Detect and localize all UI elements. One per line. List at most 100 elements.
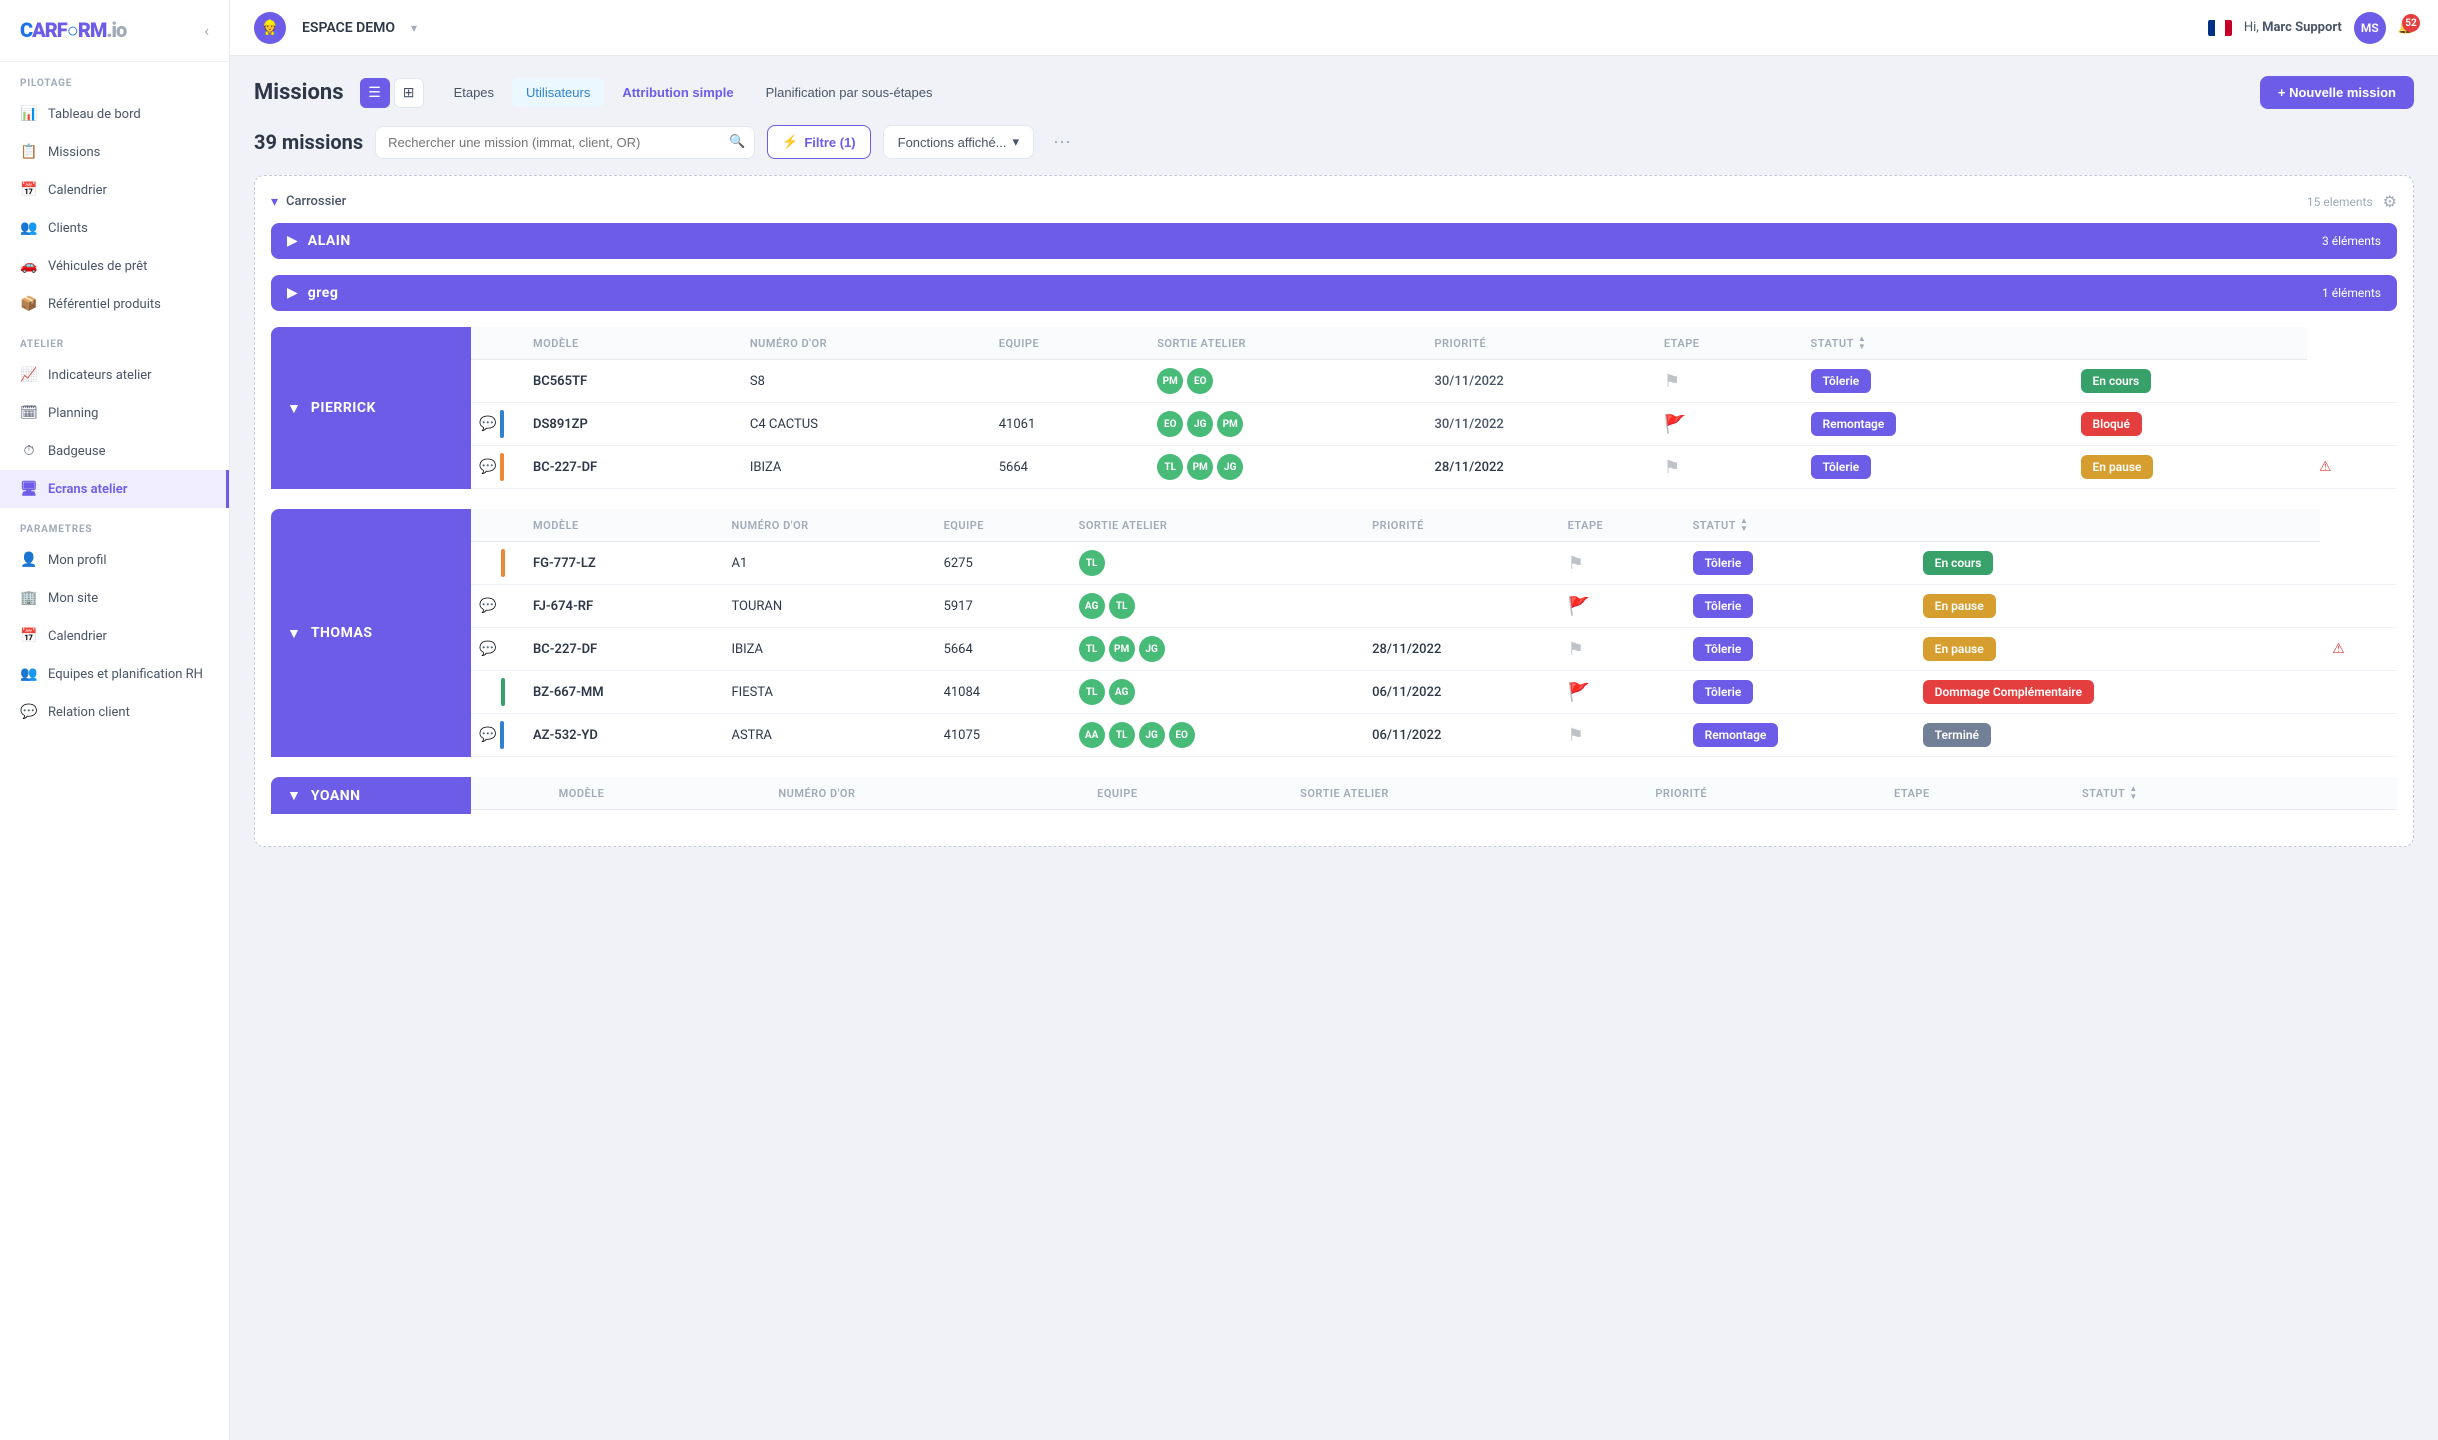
sidebar-item-label: Tableau de bord [48, 107, 141, 122]
etape-cell[interactable]: Tôlerie [1799, 446, 2069, 489]
flag-icon: 🚩 [1664, 414, 1686, 435]
section-header-left: ▾ Carrossier [271, 194, 346, 210]
relation-icon: 💬 [20, 703, 38, 721]
immat-cell[interactable]: FG-777-LZ [521, 542, 719, 585]
or-cell: 5917 [932, 585, 1067, 628]
sidebar-item-referentiel[interactable]: 📦 Référentiel produits [0, 285, 229, 323]
sidebar-collapse-icon[interactable]: ‹ [204, 21, 209, 40]
sidebar-item-calendrier2[interactable]: 📅 Calendrier [0, 617, 229, 655]
workspace-chevron-icon[interactable]: ▾ [411, 21, 417, 35]
th-statut: Statut ▲▼ [1681, 509, 1911, 542]
sidebar-item-tableau-de-bord[interactable]: 📊 Tableau de bord [0, 95, 229, 133]
sidebar-item-mon-site[interactable]: 🏢 Mon site [0, 579, 229, 617]
flag-icon: 🚩 [1568, 682, 1590, 703]
immat-cell[interactable]: FJ-674-RF [521, 585, 719, 628]
table-row[interactable]: 💬BC-227-DFIBIZA5664TLPMJG28/11/2022⚑Tôle… [471, 446, 2397, 489]
sidebar-item-mon-profil[interactable]: 👤 Mon profil [0, 541, 229, 579]
user-group-header-yoann[interactable]: ▼ YOANN [271, 777, 471, 814]
statut-badge: En cours [2081, 369, 2152, 393]
sidebar-item-calendrier[interactable]: 📅 Calendrier [0, 171, 229, 209]
new-mission-button[interactable]: + Nouvelle mission [2260, 76, 2414, 109]
table-row[interactable]: 💬FJ-674-RFTOURAN5917AGTL🚩TôlerieEn pause [471, 585, 2397, 628]
tab-etapes[interactable]: Etapes [440, 78, 508, 107]
immat-cell[interactable]: DS891ZP [521, 403, 738, 446]
user-group-alain: ▶ ALAIN 3 éléments [271, 223, 2397, 259]
sidebar-item-badgeuse[interactable]: ⏱ Badgeuse [0, 432, 229, 470]
fonctions-button[interactable]: Fonctions affiché... ▾ [883, 125, 1034, 159]
statut-cell[interactable]: Terminé [1911, 714, 2321, 757]
etape-cell[interactable]: Tôlerie [1681, 628, 1911, 671]
user-group-header-alain[interactable]: ▶ ALAIN 3 éléments [271, 223, 2397, 259]
priorite-cell: 🚩 [1652, 403, 1799, 446]
etape-cell[interactable]: Tôlerie [1799, 360, 2069, 403]
table-row[interactable]: FG-777-LZA16275TL⚑TôlerieEn cours [471, 542, 2397, 585]
filter-button[interactable]: ⚡ Filtre (1) [767, 125, 870, 159]
sidebar-item-indicateurs[interactable]: 📈 Indicateurs atelier [0, 356, 229, 394]
referentiel-icon: 📦 [20, 295, 38, 313]
table-row[interactable]: 💬BC-227-DFIBIZA5664TLPMJG28/11/2022⚑Tôle… [471, 628, 2397, 671]
list-view-btn[interactable]: ☰ [360, 78, 390, 108]
tab-planification[interactable]: Planification par sous-étapes [752, 78, 947, 107]
tab-attribution[interactable]: Attribution simple [608, 78, 747, 107]
immat-cell[interactable]: BZ-667-MM [521, 671, 719, 714]
etape-cell[interactable]: Remontage [1681, 714, 1911, 757]
sidebar-item-vehicules[interactable]: 🚗 Véhicules de prêt [0, 247, 229, 285]
table-row[interactable]: 💬DS891ZPC4 CACTUS41061EOJGPM30/11/2022🚩R… [471, 403, 2397, 446]
user-group-header-thomas[interactable]: ▼ THOMAS [271, 509, 471, 757]
statut-cell[interactable]: En cours [2069, 360, 2308, 403]
statut-cell[interactable]: En pause [2069, 446, 2308, 489]
section-collapse-icon[interactable]: ▾ [271, 194, 278, 210]
sidebar-item-clients[interactable]: 👥 Clients [0, 209, 229, 247]
table-row[interactable]: BC565TFS8PMEO30/11/2022⚑TôlerieEn cours [471, 360, 2397, 403]
sortie-cell: 28/11/2022 [1423, 446, 1652, 489]
search-input[interactable] [375, 126, 755, 159]
more-options-button[interactable]: ⋯ [1046, 126, 1078, 158]
or-cell: 41084 [932, 671, 1067, 714]
etape-cell[interactable]: Tôlerie [1681, 671, 1911, 714]
sidebar-item-equipes[interactable]: 👥 Equipes et planification RH [0, 655, 229, 693]
team-avatar: TL [1079, 550, 1105, 576]
immat-cell[interactable]: BC-227-DF [521, 628, 719, 671]
section-title-atelier: ATELIER [0, 323, 229, 356]
indicateurs-icon: 📈 [20, 366, 38, 384]
user-group-header-greg[interactable]: ▶ greg 1 éléments [271, 275, 2397, 311]
statut-cell[interactable]: Dommage Complémentaire [1911, 671, 2321, 714]
modele-cell: IBIZA [719, 628, 931, 671]
tab-utilisateurs[interactable]: Utilisateurs [512, 78, 604, 107]
equipe-cell: AGTL [1067, 585, 1360, 628]
sortie-cell: 28/11/2022 [1360, 628, 1556, 671]
th-priorite: Priorité [1423, 327, 1652, 360]
notification-bell[interactable]: 🔔 52 [2398, 20, 2414, 35]
team-avatar: PM [1187, 454, 1213, 480]
sidebar-item-planning[interactable]: 🗓 Planning [0, 394, 229, 432]
section-gear-icon[interactable]: ⚙ [2383, 192, 2397, 211]
team-avatar: TL [1079, 636, 1105, 662]
notification-badge: 52 [2402, 14, 2420, 32]
team-avatar: JG [1187, 411, 1213, 437]
sortie-cell: 06/11/2022 [1360, 671, 1556, 714]
immat-cell[interactable]: AZ-532-YD [521, 714, 719, 757]
modele-cell: C4 CACTUS [738, 403, 987, 446]
sidebar-item-ecrans[interactable]: 🖥 Ecrans atelier [0, 470, 229, 508]
grid-view-btn[interactable]: ⊞ [394, 78, 424, 108]
etape-badge: Remontage [1693, 723, 1779, 747]
sidebar-item-relation[interactable]: 💬 Relation client [0, 693, 229, 731]
etape-cell[interactable]: Tôlerie [1681, 585, 1911, 628]
sidebar-item-missions[interactable]: 📋 Missions [0, 133, 229, 171]
etape-cell[interactable]: Tôlerie [1681, 542, 1911, 585]
user-group-header-pierrick[interactable]: ▼ PIERRICK [271, 327, 471, 489]
statut-cell[interactable]: En pause [1911, 628, 2321, 671]
table-row[interactable]: 💬AZ-532-YDASTRA41075AATLJGEO06/11/2022⚑R… [471, 714, 2397, 757]
calendrier2-icon: 📅 [20, 627, 38, 645]
alert-cell [2320, 585, 2397, 628]
table-row[interactable]: BZ-667-MMFIESTA41084TLAG06/11/2022🚩Tôler… [471, 671, 2397, 714]
immat-cell[interactable]: BC565TF [521, 360, 738, 403]
priorite-cell: 🚩 [1556, 585, 1681, 628]
etape-cell[interactable]: Remontage [1799, 403, 2069, 446]
statut-cell[interactable]: Bloqué [2069, 403, 2308, 446]
user-count-alain: 3 éléments [2322, 234, 2381, 248]
statut-cell[interactable]: En cours [1911, 542, 2321, 585]
row-indicators-cell: 💬 [471, 628, 521, 671]
immat-cell[interactable]: BC-227-DF [521, 446, 738, 489]
statut-cell[interactable]: En pause [1911, 585, 2321, 628]
